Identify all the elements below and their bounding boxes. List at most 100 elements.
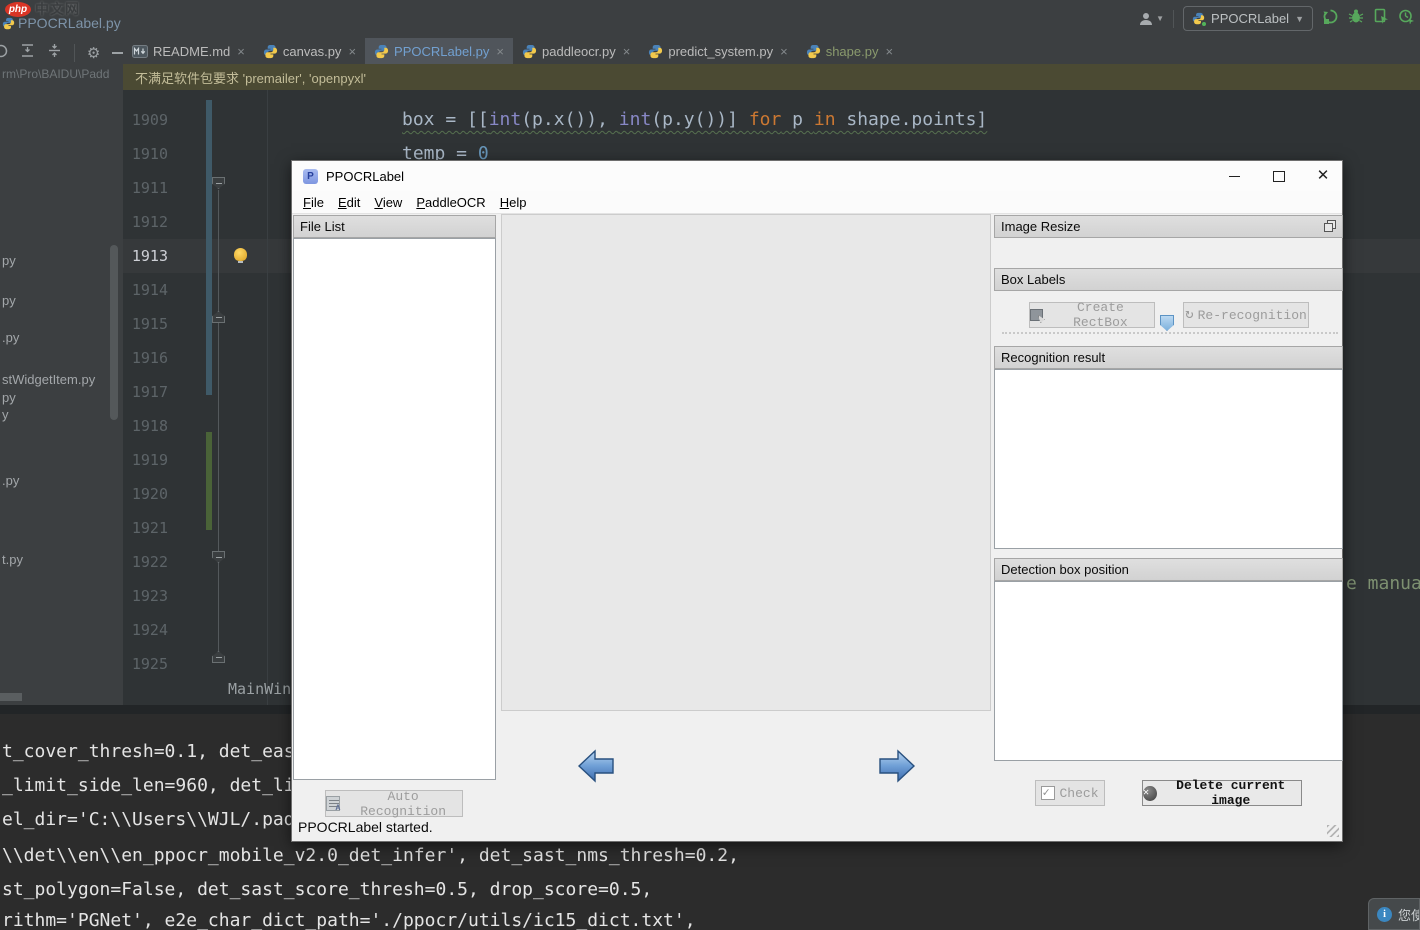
run-configuration-select[interactable]: PPOCRLabel ▼ [1183,6,1313,31]
line-number-1924[interactable]: 1924 [123,613,168,647]
project-tree-item[interactable]: y [2,407,9,422]
python-file-icon [263,44,278,59]
tab-close-icon[interactable]: × [496,44,504,59]
rerun-button[interactable] [1322,8,1339,30]
line-number-1921[interactable]: 1921 [123,511,168,545]
line-number-1920[interactable]: 1920 [123,477,168,511]
menu-edit[interactable]: Edit [331,195,367,210]
debug-button[interactable] [1348,8,1364,29]
fold-region-line [218,190,219,652]
box-labels-title: Box Labels [1001,272,1066,287]
minimize-button[interactable] [1228,169,1242,183]
project-tree-item[interactable]: py [2,390,16,405]
tab-paddleocr.py[interactable]: paddleocr.py × [513,38,639,64]
project-tree-item[interactable]: t.py [2,552,23,567]
python-file-icon [2,17,15,35]
run-with-coverage-button[interactable] [1373,8,1389,29]
menu-paddleocr[interactable]: PaddleOCR [409,195,492,210]
app-icon: P [303,168,318,184]
hide-panel-icon[interactable] [112,52,123,54]
float-panel-icon[interactable] [1324,220,1336,232]
gear-icon[interactable]: ⚙ [87,44,100,62]
delete-current-image-label: Delete current image [1176,778,1286,808]
recognition-result-box[interactable] [994,369,1343,549]
line-number-1915[interactable]: 1915 [123,307,168,341]
console-line: el_dir='C:\\Users\\WJL/.pad [2,809,295,830]
slider-track[interactable] [1002,332,1338,334]
check-button[interactable]: ✓ Check [1035,780,1105,806]
menu-help[interactable]: Help [493,195,534,210]
tab-canvas.py[interactable]: canvas.py × [254,38,365,64]
recognition-result-header[interactable]: Recognition result [994,346,1343,369]
profiler-button[interactable] [1398,8,1414,29]
python-file-icon [648,44,663,59]
expand-all-icon[interactable] [20,43,35,63]
editor-hscrollbar-thumb[interactable] [0,693,22,701]
re-recognition-button[interactable]: ↻ Re-recognition [1183,302,1309,328]
resize-grip[interactable] [1327,825,1339,837]
window-title-bar[interactable]: P PPOCRLabel ✕ [292,161,1342,191]
menu-view[interactable]: View [367,195,409,210]
line-number-1909[interactable]: 1909 [123,103,168,137]
tab-README.md[interactable]: README.md × [123,38,254,64]
line-number-1914[interactable]: 1914 [123,273,168,307]
fold-marker-icon[interactable] [212,551,225,563]
project-tree-item[interactable]: py [2,253,16,268]
box-labels-header[interactable]: Box Labels [994,268,1343,291]
next-image-arrow-icon[interactable] [877,746,917,786]
tab-shape.py[interactable]: shape.py × [797,38,902,64]
line-number-1912[interactable]: 1912 [123,205,168,239]
project-tree-item[interactable]: .py [2,473,19,488]
package-warning-banner: 不满足软件包要求 'premailer', 'openpyxl' [123,64,1420,90]
slider-handle[interactable] [1160,315,1174,331]
file-list[interactable] [293,238,496,780]
image-resize-header[interactable]: Image Resize [994,215,1343,238]
collapse-all-icon[interactable] [47,43,62,63]
circle-icon[interactable] [0,44,8,63]
line-number-1925[interactable]: 1925 [123,647,168,681]
tab-close-icon[interactable]: × [237,44,245,59]
intention-bulb-icon[interactable] [234,248,247,263]
detection-box-header[interactable]: Detection box position [994,558,1343,581]
image-canvas[interactable] [501,214,991,711]
tab-close-icon[interactable]: × [780,44,788,59]
check-label: Check [1059,785,1099,801]
line-number-1916[interactable]: 1916 [123,341,168,375]
line-number-1922[interactable]: 1922 [123,545,168,579]
project-tree-item[interactable]: .py [2,330,19,345]
file-list-header[interactable]: File List [293,215,496,238]
tab-close-icon[interactable]: × [348,44,356,59]
line-number-1919[interactable]: 1919 [123,443,168,477]
tab-close-icon[interactable]: × [885,44,893,59]
line-number-1913[interactable]: 1913 [123,239,168,273]
auto-recognition-button[interactable]: Auto Recognition [325,788,463,819]
close-button[interactable]: ✕ [1316,168,1330,183]
tab-predict_system.py[interactable]: predict_system.py × [639,38,796,64]
detection-box-position-box[interactable] [994,581,1343,761]
toolbar-separator [74,44,75,62]
ppocrlabel-window: P PPOCRLabel ✕ File Edit View PaddleOCR Help… [291,160,1343,842]
auto-recognition-label: Auto Recognition [360,788,447,819]
fold-marker-icon[interactable] [212,311,225,323]
line-number-1923[interactable]: 1923 [123,579,168,613]
notification-popup[interactable]: i 您使 [1368,898,1420,930]
fold-marker-icon[interactable] [212,177,225,189]
ide-title-bar: php 中文网 PPOCRLabel.py ▼ PPOCRLabel ▼ [0,0,1420,38]
create-rectbox-button[interactable]: Create RectBox [1029,300,1155,330]
user-account-icon[interactable]: ▼ [1138,11,1164,27]
fold-marker-icon[interactable] [212,651,225,663]
tab-PPOCRLabel.py[interactable]: PPOCRLabel.py × [365,38,514,64]
project-tree-item[interactable]: stWidgetItem.py [2,372,95,387]
line-number-1910[interactable]: 1910 [123,137,168,171]
prev-image-arrow-icon[interactable] [576,746,616,786]
maximize-button[interactable] [1272,169,1286,183]
line-number-1917[interactable]: 1917 [123,375,168,409]
menu-file[interactable]: File [296,195,331,210]
project-scrollbar[interactable] [110,245,118,420]
line-number-1911[interactable]: 1911 [123,171,168,205]
line-number-1918[interactable]: 1918 [123,409,168,443]
project-tree-item[interactable]: py [2,293,16,308]
tab-close-icon[interactable]: × [623,44,631,59]
tab-label: paddleocr.py [542,43,616,59]
delete-current-image-button[interactable]: ✕ Delete current image [1142,778,1302,808]
